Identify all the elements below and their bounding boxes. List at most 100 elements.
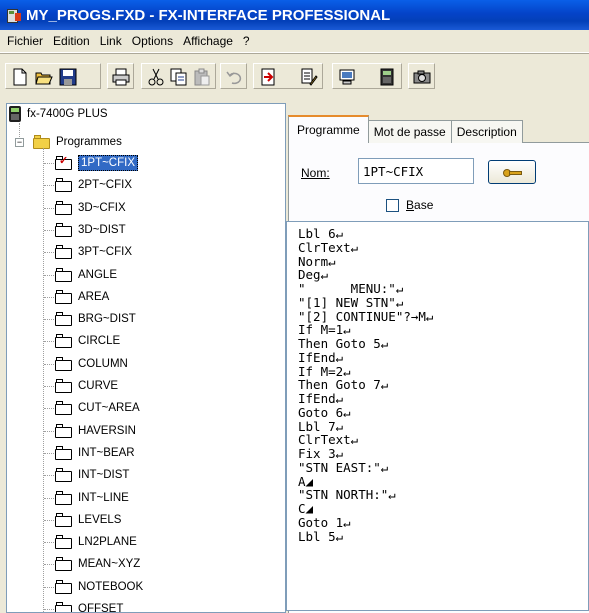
tree-item[interactable]: INT~DIST	[55, 465, 129, 485]
tab-description[interactable]: Description	[450, 120, 523, 143]
code-line: Lbl 6↵	[298, 226, 344, 241]
open-folder-icon[interactable]	[32, 65, 55, 88]
program-tree[interactable]: fx-7400G PLUS − Programmes ✓ 1PT~CFIX 2PT~…	[6, 103, 286, 613]
new-file-icon[interactable]	[8, 65, 31, 88]
tree-item[interactable]: BRG~DIST	[55, 309, 136, 329]
undo-icon[interactable]	[222, 65, 245, 88]
tree-item-label: NOTEBOOK	[78, 581, 144, 593]
tree-item-label: BRG~DIST	[78, 313, 136, 325]
code-line: ClrText↵	[298, 239, 359, 255]
tree-item[interactable]: LEVELS	[55, 510, 121, 530]
code-line: Then Goto 5↵	[298, 336, 389, 351]
code-line: If M=1↵	[298, 322, 351, 338]
copy-icon[interactable]	[167, 65, 190, 88]
tree-root[interactable]: fx-7400G PLUS	[9, 104, 108, 124]
tree-item-label: OFFSET	[78, 603, 124, 613]
tree-item-label: 1PT~CFIX	[78, 155, 139, 171]
folder-icon	[55, 223, 73, 237]
tree-item[interactable]: CUT~AREA	[55, 398, 140, 418]
tree-item[interactable]: ANGLE	[55, 265, 117, 285]
code-line: A◢	[298, 473, 314, 489]
tree-item[interactable]: AREA	[55, 287, 109, 307]
cut-icon[interactable]	[144, 65, 167, 88]
program-code-editor[interactable]: Lbl 6↵ ClrText↵ Norm↵ Deg↵ " MENU:"↵ "[1] NEW…	[286, 221, 589, 611]
folder-icon	[55, 290, 73, 304]
menu-bar: Fichier Edition Link Options Affichage?	[0, 30, 589, 53]
save-icon[interactable]	[56, 65, 79, 88]
tree-item[interactable]: COLUMN	[55, 354, 128, 374]
tree-item-label: CUT~AREA	[78, 402, 140, 414]
print-icon[interactable]	[109, 65, 132, 88]
folder-icon	[55, 201, 73, 215]
code-line: IfEnd↵	[298, 391, 344, 406]
collapse-toggle[interactable]: −	[15, 138, 24, 147]
tree-item-label: CURVE	[78, 380, 119, 392]
folder-icon	[55, 580, 73, 594]
calculator-icon	[9, 106, 21, 122]
folder-icon	[55, 268, 73, 282]
folder-icon	[55, 446, 73, 460]
code-line: ClrText↵	[298, 432, 359, 448]
code-line: "[1] NEW STN"↵	[298, 294, 404, 310]
tree-item[interactable]: 2PT~CFIX	[55, 175, 132, 195]
transfer-to-pc-icon[interactable]	[336, 65, 359, 88]
tab-programme[interactable]: Programme	[288, 115, 369, 143]
code-line: Norm↵	[298, 253, 336, 269]
tree-item[interactable]: INT~LINE	[55, 488, 129, 508]
tab-mot-de-passe[interactable]: Mot de passe	[367, 120, 452, 143]
tree-item[interactable]: HAVERSIN	[55, 421, 136, 441]
menu-item-link[interactable]: Link	[95, 34, 127, 48]
tree-folder-label: Programmes	[56, 136, 122, 148]
folder-icon	[55, 535, 73, 549]
code-line: Then Goto 7↵	[298, 377, 389, 393]
folder-icon	[33, 135, 51, 149]
tree-item-label: ANGLE	[78, 269, 117, 281]
receive-icon[interactable]	[256, 65, 279, 88]
tree-item-label: 2PT~CFIX	[78, 179, 133, 191]
toolbar	[0, 53, 589, 100]
folder-icon	[55, 557, 73, 571]
tree-item[interactable]: 3D~CFIX	[55, 198, 126, 218]
tree-item-label: INT~LINE	[78, 492, 129, 504]
menu-item-edition[interactable]: Edition	[48, 34, 95, 48]
tree-item[interactable]: NOTEBOOK	[55, 577, 143, 597]
menu-item-options[interactable]: Options	[127, 34, 178, 48]
tree-item-label: 3PT~CFIX	[78, 246, 133, 258]
tree-item[interactable]: CIRCLE	[55, 331, 120, 351]
nom-input[interactable]: 1PT~CFIX	[358, 158, 474, 184]
nom-label: Nom:	[301, 166, 330, 180]
code-line: Goto 6↵	[298, 404, 351, 420]
code-line: IfEnd↵	[298, 349, 344, 365]
base-checkbox[interactable]	[386, 199, 399, 212]
program-edit-icon[interactable]	[297, 65, 320, 88]
folder-icon	[55, 491, 73, 505]
tree-item[interactable]: LN2PLANE	[55, 532, 137, 552]
tree-item[interactable]: 3PT~CFIX	[55, 242, 132, 262]
menu-item-help[interactable]: ?	[238, 34, 255, 48]
tree-folder-programmes[interactable]: Programmes	[33, 132, 122, 152]
menu-item-fichier[interactable]: Fichier	[0, 34, 48, 48]
tree-item[interactable]: INT~BEAR	[55, 443, 135, 463]
password-key-button[interactable]	[488, 160, 536, 184]
tree-item-label: LEVELS	[78, 514, 122, 526]
tree-item[interactable]: MEAN~XYZ	[55, 554, 140, 574]
key-icon	[503, 168, 522, 177]
tree-item-label: INT~BEAR	[78, 447, 135, 459]
folder-icon	[55, 245, 73, 259]
tree-item[interactable]: CURVE	[55, 376, 118, 396]
tree-item-label: AREA	[78, 291, 110, 303]
code-line: Deg↵	[298, 267, 329, 283]
calculator-icon[interactable]	[375, 65, 398, 88]
folder-icon	[55, 602, 73, 612]
tree-item[interactable]: ✓ 1PT~CFIX	[55, 153, 139, 173]
folder-icon	[55, 468, 73, 482]
tree-item-label: HAVERSIN	[78, 425, 136, 437]
base-label: Base	[406, 198, 434, 212]
camera-icon[interactable]	[410, 65, 433, 88]
folder-icon	[55, 424, 73, 438]
paste-icon[interactable]	[190, 65, 213, 88]
code-line: Fix 3↵	[298, 446, 344, 461]
tree-item[interactable]: 3D~DIST	[55, 220, 126, 240]
folder-icon	[55, 334, 73, 348]
menu-item-affichage[interactable]: Affichage	[178, 34, 238, 48]
